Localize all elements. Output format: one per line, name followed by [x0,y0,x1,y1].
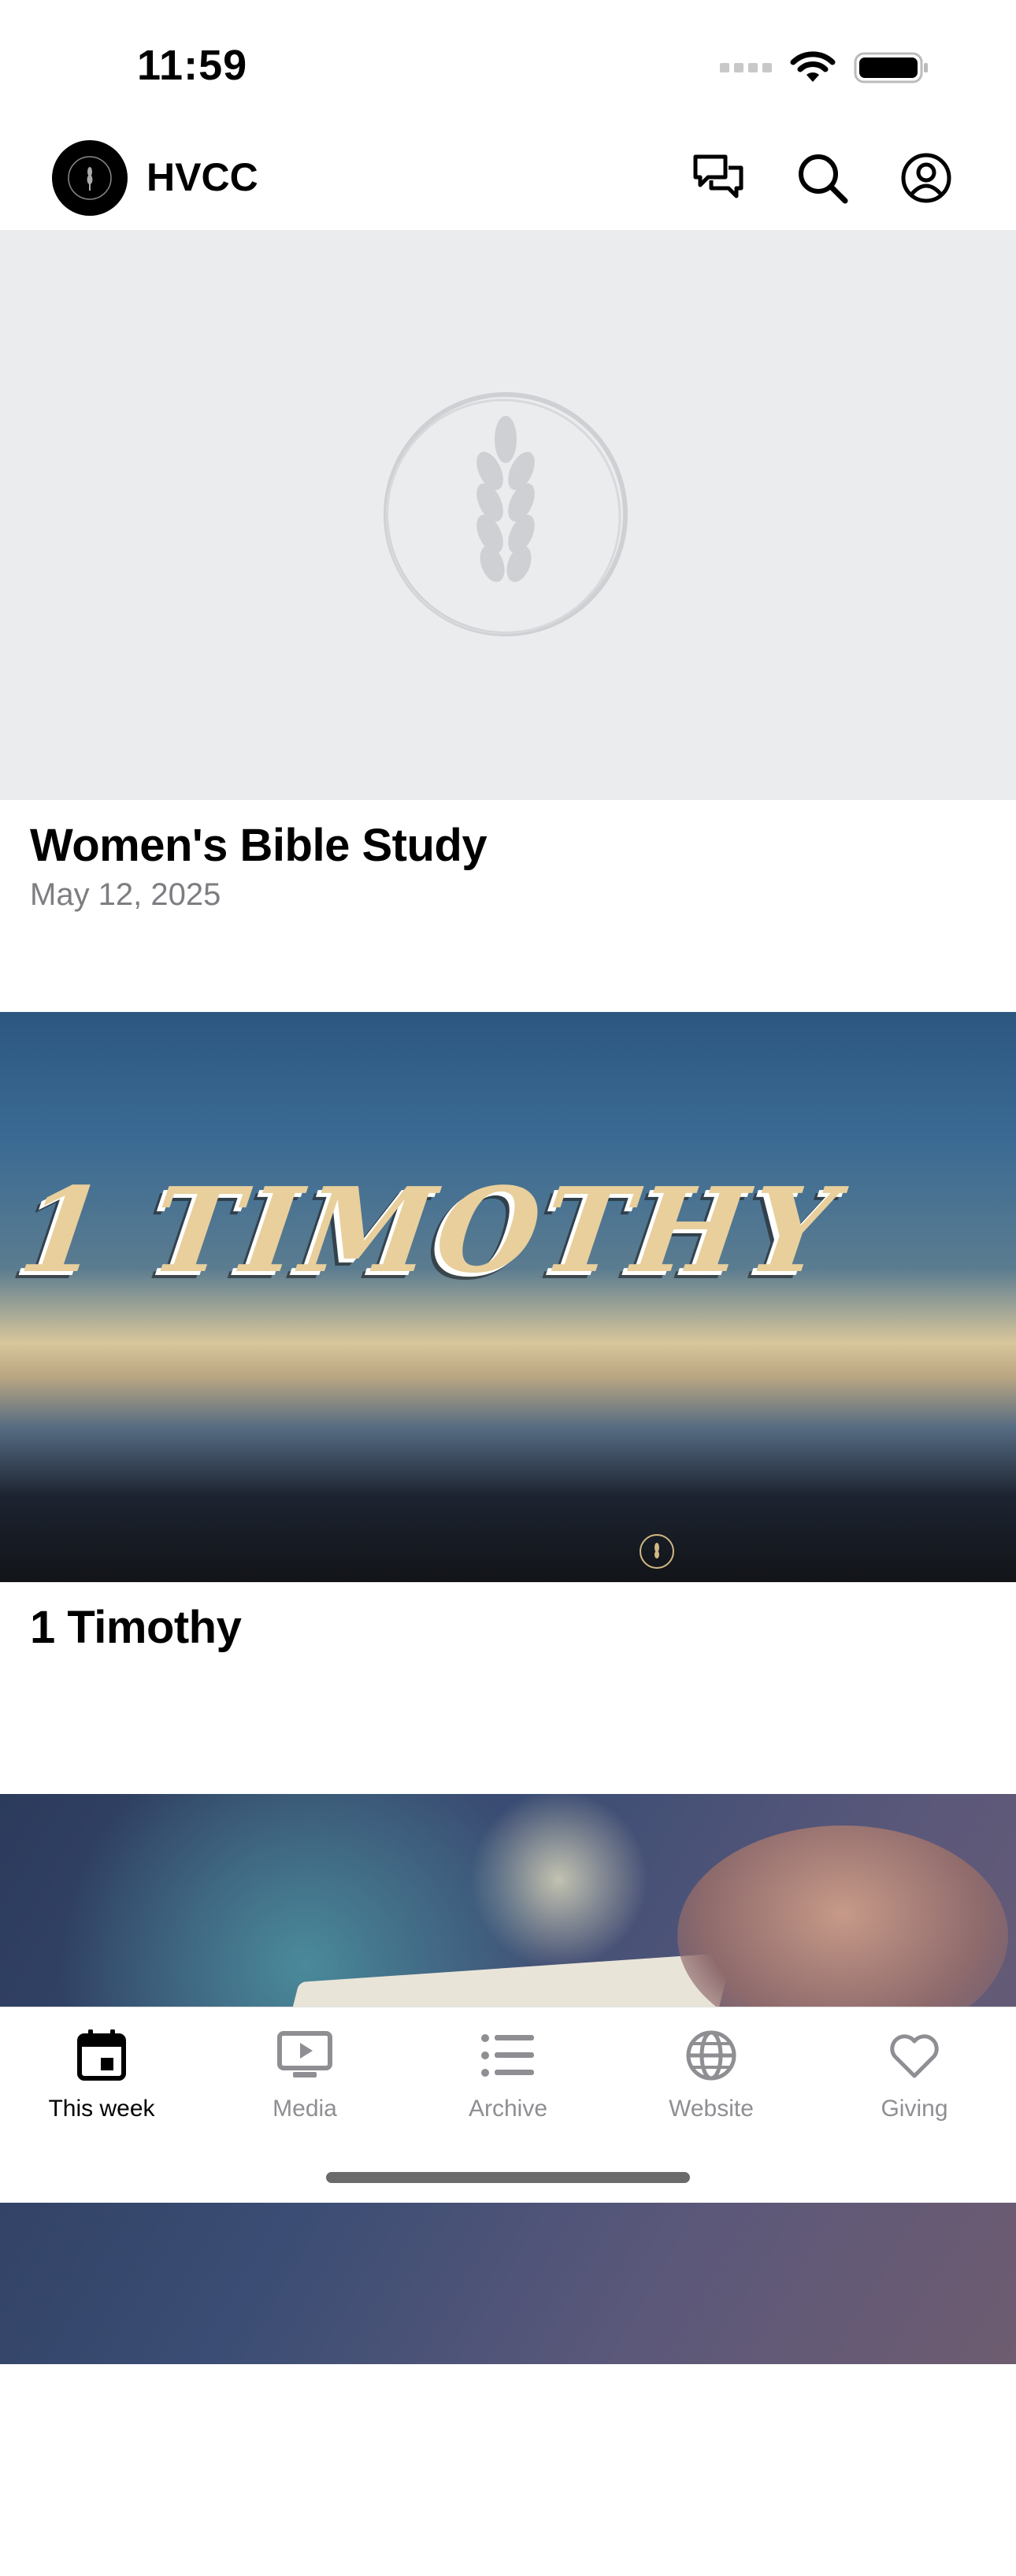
card-image [0,230,1016,800]
battery-icon [854,52,928,83]
play-screen-icon [277,2031,332,2077]
tab-giving[interactable]: Giving [813,2026,1016,2129]
search-icon [799,154,848,204]
list-icon [481,2034,534,2077]
tab-media[interactable]: Media [203,2026,406,2129]
tab-label: Website [669,2096,754,2122]
card-title: Women's Bible Study [30,820,488,871]
tab-label: Archive [468,2096,548,2122]
wheat-logo-icon [384,392,628,636]
heart-icon [890,2034,939,2078]
calendar-icon [77,2029,126,2081]
church-logo[interactable] [52,140,128,216]
home-indicator[interactable] [326,2172,690,2183]
feed: Women's Bible Study May 12, 2025 1 TIMOT… [0,230,1016,2576]
card-image-text: 1 TIMOTHY [12,1162,848,1299]
tab-label: This week [48,2096,155,2122]
search-button[interactable] [792,148,852,208]
card-title: 1 Timothy [30,1602,242,1653]
card-date: May 12, 2025 [30,877,221,912]
feed-card[interactable]: 1 TIMOTHY 1 Timothy [0,1012,1016,1794]
messages-button[interactable] [688,148,748,208]
profile-icon [901,153,951,203]
tab-this-week[interactable]: This week [0,2026,203,2129]
app-title: HVCC [146,155,258,199]
cellular-signal-icon [720,63,772,72]
tab-website[interactable]: Website [610,2026,813,2129]
tab-label: Media [273,2096,337,2122]
wheat-logo-icon [640,1534,674,1569]
card-image: 1 TIMOTHY [0,1012,1016,1582]
profile-button[interactable] [896,148,956,208]
status-bar: 11:59 [0,0,1016,134]
tab-label: Giving [881,2096,948,2122]
chat-icon [693,154,743,198]
globe-icon [686,2030,736,2081]
feed-card[interactable]: Women's Bible Study May 12, 2025 [0,230,1016,1012]
wifi-icon [790,51,836,82]
status-time: 11:59 [137,42,248,89]
status-icons [720,50,929,85]
app-header: HVCC [0,134,1016,230]
wheat-icon [68,156,112,200]
tab-archive[interactable]: Archive [406,2026,610,2129]
